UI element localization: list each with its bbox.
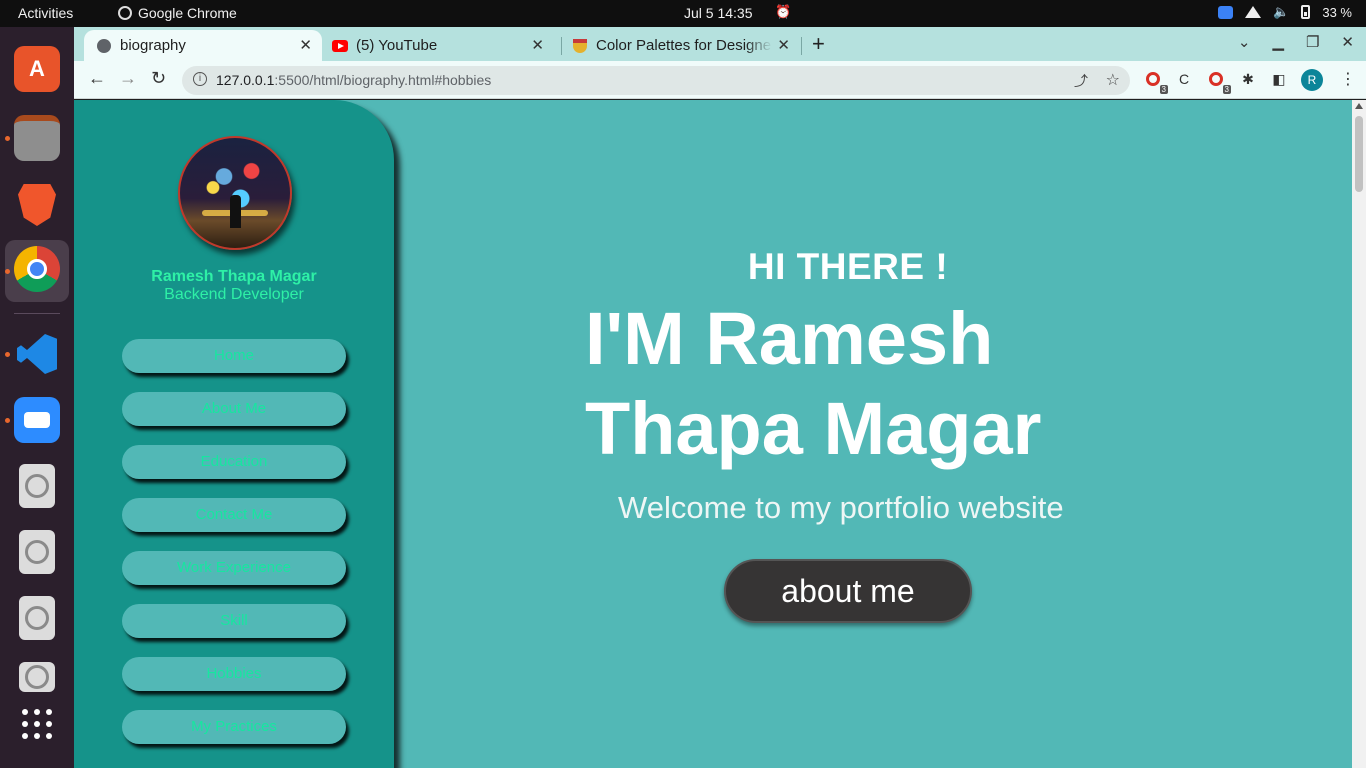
disk-icon[interactable]: [19, 596, 55, 640]
profile-avatar[interactable]: R: [1301, 69, 1323, 91]
tab-title: biography: [120, 37, 186, 54]
app-name: Google Chrome: [138, 5, 237, 21]
show-apps-icon[interactable]: [20, 707, 54, 741]
back-icon[interactable]: ←: [88, 68, 106, 89]
tab-separator: [801, 37, 802, 55]
vscode-icon[interactable]: [14, 331, 60, 377]
running-indicator: [5, 136, 10, 141]
url-text[interactable]: 127.0.0.1:5500/html/biography.html#hobbi…: [216, 72, 491, 88]
close-window-button[interactable]: ✕: [1341, 33, 1354, 51]
battery-icon: [1301, 5, 1311, 19]
address-bar[interactable]: i 127.0.0.1:5500/html/biography.html#hob…: [182, 66, 1130, 95]
extension-red-icon[interactable]: 3: [1144, 70, 1168, 94]
chrome-icon[interactable]: [14, 246, 60, 292]
new-tab-button[interactable]: +: [812, 31, 825, 57]
greeting: HI THERE !: [747, 246, 949, 287]
about-me-button[interactable]: about me: [724, 559, 972, 623]
disk-icon[interactable]: [19, 662, 55, 692]
alarm-icon: ⏰: [775, 4, 792, 19]
zoom-icon[interactable]: [14, 397, 60, 443]
extension-c-icon[interactable]: C: [1175, 70, 1193, 88]
tab-biography[interactable]: biography ✕: [84, 30, 322, 61]
tab-title: Color Palettes for Designers: [596, 37, 772, 54]
tab-strip: biography ✕ (5) YouTube ✕ Color Palettes…: [74, 27, 1366, 61]
headline-line-2: Thapa Magar: [585, 387, 1042, 470]
scrollbar-thumb[interactable]: [1355, 116, 1363, 192]
close-tab-icon[interactable]: ✕: [531, 36, 544, 54]
share-icon[interactable]: ⤴: [1074, 71, 1088, 91]
extension-block-icon[interactable]: 3: [1207, 70, 1231, 94]
app-menu[interactable]: Google Chrome: [118, 5, 237, 21]
close-tab-icon[interactable]: ✕: [299, 36, 312, 54]
battery-percent: 33 %: [1322, 4, 1352, 20]
palette-icon: [572, 38, 588, 54]
clock[interactable]: Jul 5 14:35: [684, 5, 753, 21]
page-viewport: Ramesh Thapa Magar Backend Developer Hom…: [74, 100, 1352, 768]
minimize-button[interactable]: ▁: [1272, 33, 1284, 51]
headline-line-1: I'M Ramesh: [585, 297, 994, 380]
browser-toolbar: ← → ↻ i 127.0.0.1:5500/html/biography.ht…: [74, 61, 1366, 99]
hero-section: HI THERE ! I'M Ramesh Thapa Magar Welcom…: [74, 100, 1352, 768]
dock: A: [0, 27, 74, 768]
tab-color-palettes[interactable]: Color Palettes for Designers ✕: [562, 30, 800, 61]
wifi-icon: [1245, 6, 1262, 18]
browser-window: biography ✕ (5) YouTube ✕ Color Palettes…: [74, 27, 1366, 768]
chrome-app-icon: [118, 6, 132, 20]
volume-icon: 🔈: [1273, 4, 1290, 19]
maximize-button[interactable]: ❐: [1306, 33, 1319, 51]
disk-icon[interactable]: [19, 530, 55, 574]
system-top-bar: Activities Google Chrome Jul 5 14:35 ⏰ 🔈…: [0, 0, 1366, 27]
menu-kebab-icon[interactable]: ⋮: [1340, 69, 1356, 89]
scroll-up-arrow-icon[interactable]: [1355, 103, 1363, 109]
tab-youtube[interactable]: (5) YouTube ✕: [322, 30, 554, 61]
youtube-icon: [332, 38, 348, 54]
headline: I'M Ramesh Thapa Magar: [585, 294, 1145, 474]
brave-browser-icon[interactable]: [14, 182, 60, 228]
activities-button[interactable]: Activities: [18, 5, 73, 21]
globe-icon: [96, 38, 112, 54]
running-indicator: [5, 269, 10, 274]
tab-title: (5) YouTube: [356, 37, 438, 54]
reload-icon[interactable]: ↻: [151, 68, 166, 89]
camera-indicator-icon: [1218, 5, 1234, 19]
dock-separator: [14, 313, 60, 314]
subtitle: Welcome to my portfolio website: [618, 490, 1064, 525]
files-icon[interactable]: [14, 115, 60, 161]
software-store-icon[interactable]: A: [14, 46, 60, 92]
page-scrollbar[interactable]: [1352, 100, 1366, 768]
window-controls: ⌄ ▁ ❐ ✕: [1238, 33, 1354, 51]
system-tray[interactable]: 🔈 33 %: [1218, 4, 1352, 20]
forward-icon[interactable]: →: [119, 68, 137, 89]
bookmark-star-icon[interactable]: ☆: [1106, 70, 1120, 90]
running-indicator: [5, 418, 10, 423]
close-tab-icon[interactable]: ✕: [777, 36, 790, 54]
disk-icon[interactable]: [19, 464, 55, 508]
side-panel-icon[interactable]: ◧: [1270, 70, 1288, 88]
extensions-puzzle-icon[interactable]: ✱: [1239, 70, 1257, 88]
running-indicator: [5, 352, 10, 357]
site-info-icon[interactable]: i: [193, 72, 207, 86]
tab-search-icon[interactable]: ⌄: [1238, 33, 1251, 51]
